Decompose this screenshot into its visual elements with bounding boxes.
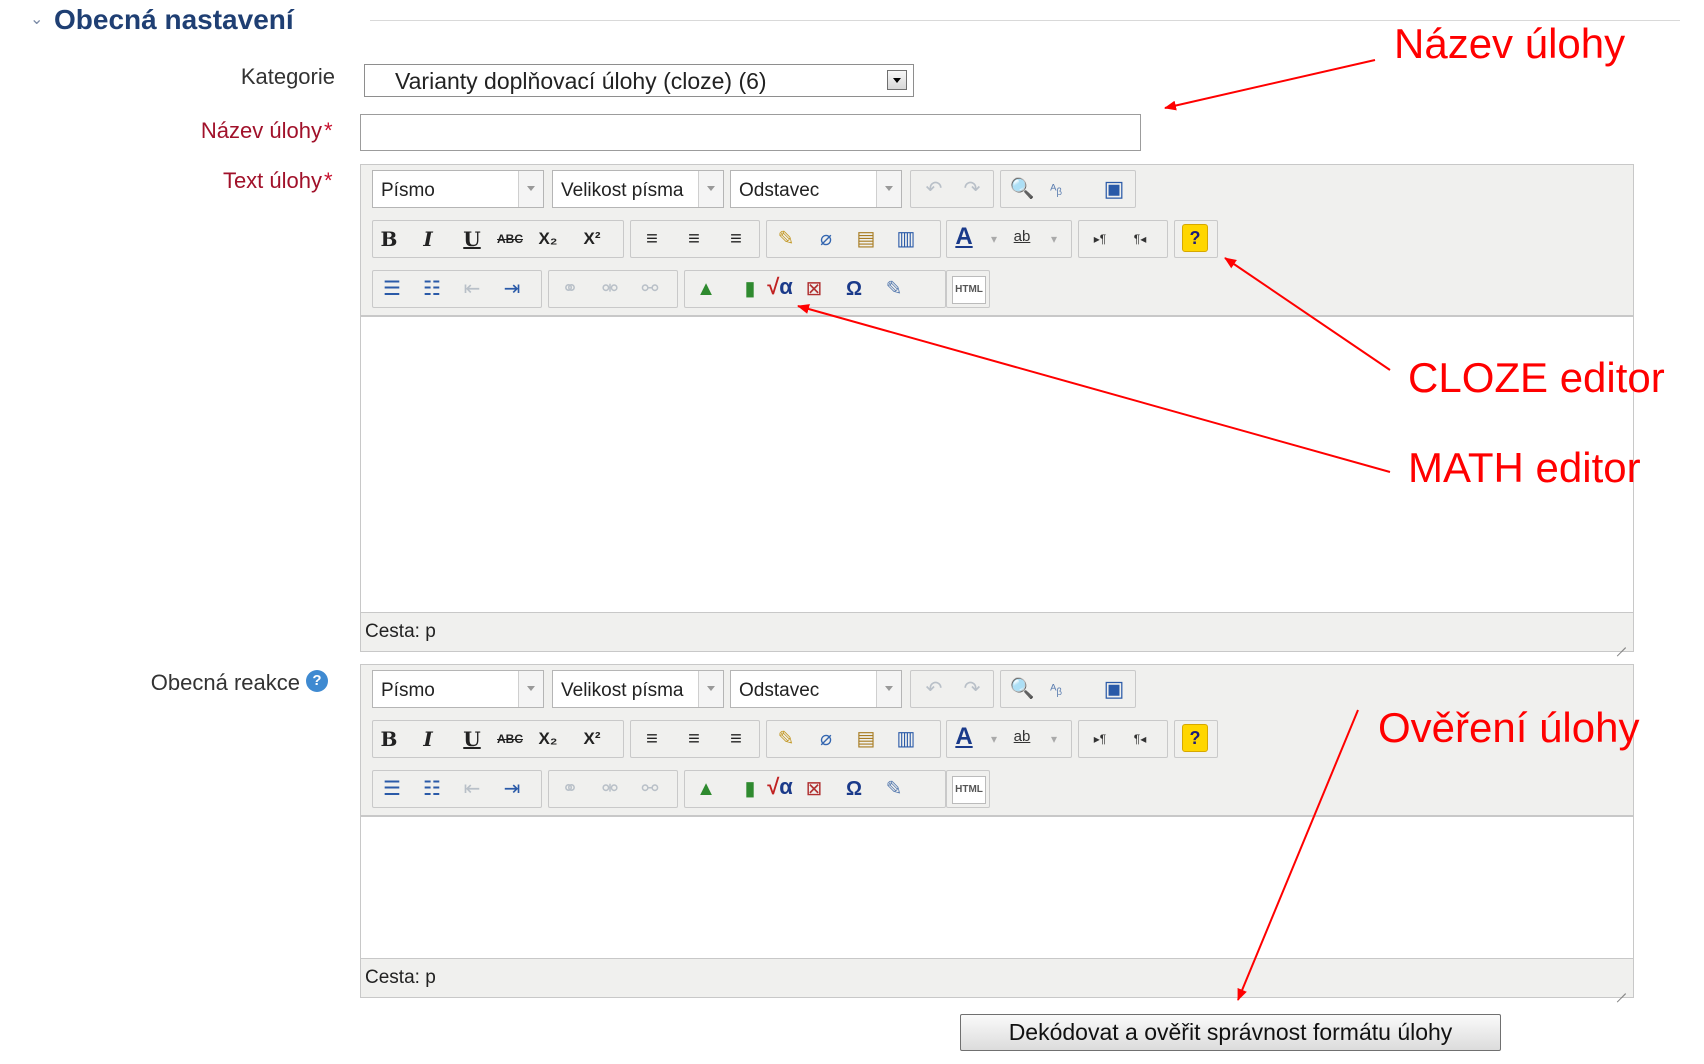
arrow-to-cloze — [1224, 257, 1391, 371]
arrow-to-verify — [1237, 709, 1359, 1001]
arrow-to-math — [797, 304, 1391, 473]
annotation-arrows — [797, 59, 1391, 1001]
arrow-to-name — [1164, 59, 1376, 111]
